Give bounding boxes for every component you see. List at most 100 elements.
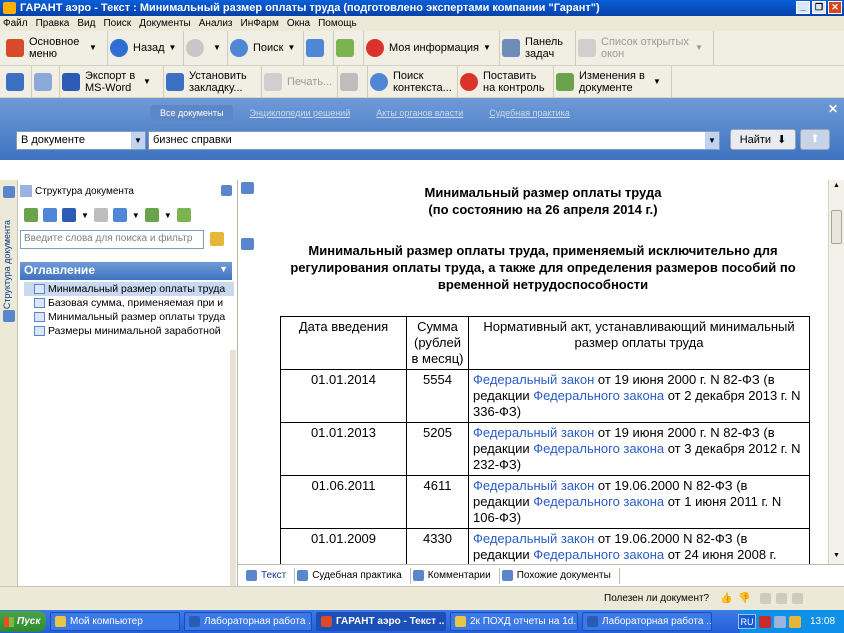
- print-button[interactable]: Печать...: [262, 66, 338, 97]
- menu-file[interactable]: Файл: [3, 18, 28, 29]
- antivirus-icon[interactable]: [759, 615, 771, 628]
- document-icon[interactable]: [3, 310, 15, 322]
- restore-button[interactable]: ❐: [812, 1, 826, 14]
- panel-scrollbar[interactable]: [230, 350, 236, 586]
- start-button[interactable]: Пуск: [0, 611, 46, 632]
- structure-icon: [20, 185, 32, 197]
- menu-help[interactable]: Помощь: [318, 18, 357, 29]
- taskbar-item[interactable]: Лабораторная работа ...: [582, 612, 712, 631]
- structure-icon[interactable]: [3, 186, 15, 198]
- garant-icon: [321, 616, 332, 627]
- thumb-down-icon[interactable]: 👎: [738, 593, 750, 604]
- app-icon: [3, 2, 16, 14]
- toc-header[interactable]: Оглавление ▼: [20, 262, 232, 280]
- tab-encyclopedias[interactable]: Энциклопедии решений: [239, 105, 360, 121]
- doc-changes-button[interactable]: Изменения в документе ▼: [554, 66, 672, 97]
- arrow-down-icon: ⬇: [777, 134, 787, 146]
- expand-icon[interactable]: [24, 208, 38, 222]
- close-window-button[interactable]: ✕: [828, 1, 842, 14]
- set-bookmark-button[interactable]: Установить закладку...: [164, 66, 262, 97]
- find-previous-button[interactable]: ⬆: [800, 129, 830, 150]
- tray-icon[interactable]: [789, 615, 801, 628]
- search-scope-select[interactable]: В документе ▼: [16, 131, 146, 150]
- menu-view[interactable]: Вид: [77, 18, 95, 29]
- toc-item[interactable]: Минимальный размер оплаты труда: [24, 282, 234, 296]
- font-decrease-button[interactable]: [334, 31, 364, 65]
- close-search-panel-icon[interactable]: ✕: [828, 102, 838, 116]
- bookmark-icon[interactable]: [241, 238, 254, 250]
- save-button[interactable]: [4, 66, 32, 97]
- preview-button[interactable]: [338, 66, 368, 97]
- chevron-down-icon: ▼: [483, 43, 491, 52]
- law-link[interactable]: Федеральный закон: [473, 425, 594, 440]
- menu-documents[interactable]: Документы: [139, 18, 191, 29]
- email-button[interactable]: [32, 66, 60, 97]
- document-scrollbar[interactable]: ▲ ▼: [828, 180, 844, 564]
- chevron-down-icon[interactable]: ▼: [81, 211, 89, 220]
- chevron-down-icon[interactable]: ▼: [164, 211, 172, 220]
- tab-government-acts[interactable]: Акты органов власти: [366, 105, 473, 121]
- main-menu-button[interactable]: Основное меню ▼: [4, 31, 108, 65]
- tab-text[interactable]: Текст: [244, 567, 296, 584]
- tab-all-documents[interactable]: Все документы: [150, 105, 234, 121]
- language-indicator[interactable]: RU: [738, 614, 756, 629]
- task-panel-button[interactable]: Панель задач: [500, 31, 576, 65]
- minimize-button[interactable]: _: [796, 1, 810, 14]
- menu-edit[interactable]: Правка: [36, 18, 70, 29]
- export-word-button[interactable]: Экспорт в MS-Word ▼: [60, 66, 164, 97]
- tab-comments[interactable]: Комментарии: [411, 567, 500, 584]
- font-increase-button[interactable]: [304, 31, 334, 65]
- menu-windows[interactable]: Окна: [287, 18, 310, 29]
- tab-document-structure[interactable]: Структура документа: [2, 220, 12, 309]
- filter-search-icon[interactable]: [210, 232, 224, 246]
- email-icon: [34, 72, 52, 91]
- open-windows-button[interactable]: Список открытых окон ▼: [576, 31, 714, 65]
- tab-similar-documents[interactable]: Похожие документы: [500, 567, 620, 584]
- law-link[interactable]: Федеральный закон: [473, 372, 594, 387]
- menu-analysis[interactable]: Анализ: [199, 18, 233, 29]
- bookmark-icon[interactable]: [241, 182, 254, 194]
- pin-icon[interactable]: [221, 185, 232, 196]
- search-input[interactable]: бизнес справки ▼: [148, 131, 720, 150]
- menu-infarm[interactable]: ИнФарм: [241, 18, 279, 29]
- taskbar-item-active[interactable]: ГАРАНТ аэро - Текст ...: [316, 612, 446, 631]
- menu-search[interactable]: Поиск: [103, 18, 131, 29]
- toc-item[interactable]: Минимальный размер оплаты труда: [24, 310, 234, 324]
- forward-button[interactable]: ▼: [184, 31, 228, 65]
- my-info-button[interactable]: Моя информация ▼: [364, 31, 500, 65]
- tray-icon[interactable]: [774, 615, 786, 628]
- law-link[interactable]: Федеральный закон: [473, 478, 594, 493]
- tab-court-practice[interactable]: Судебная практика: [479, 105, 580, 121]
- law-link[interactable]: Федерального закона: [533, 547, 664, 562]
- find-button[interactable]: Найти ⬇: [730, 129, 796, 150]
- word-icon[interactable]: [62, 208, 76, 222]
- search-button[interactable]: Поиск ▼: [228, 31, 304, 65]
- printer-icon[interactable]: [93, 208, 108, 222]
- law-link[interactable]: Федеральный закон: [473, 531, 594, 546]
- copy-icon[interactable]: [112, 208, 127, 222]
- scroll-down-icon[interactable]: ▼: [831, 552, 842, 562]
- taskbar-item[interactable]: Лабораторная работа ...: [184, 612, 312, 631]
- law-link[interactable]: Федерального закона: [533, 388, 664, 403]
- scroll-up-icon[interactable]: ▲: [831, 182, 842, 192]
- toc-item[interactable]: Базовая сумма, применяемая при и: [24, 296, 234, 310]
- similar-docs-icon: [501, 570, 513, 581]
- toc-item[interactable]: Размеры минимальной заработной: [24, 324, 234, 338]
- export-icon[interactable]: [144, 208, 159, 222]
- law-link[interactable]: Федерального закона: [533, 441, 664, 456]
- thumb-up-icon[interactable]: 👍: [720, 593, 732, 604]
- taskbar-item[interactable]: Мой компьютер: [50, 612, 180, 631]
- put-on-control-button[interactable]: Поставить на контроль: [458, 66, 554, 97]
- structure-search-input[interactable]: Введите слова для поиска и фильтр: [20, 230, 204, 249]
- collapse-icon[interactable]: [43, 208, 57, 222]
- context-search-button[interactable]: Поиск контекста...: [368, 66, 458, 97]
- taskbar-item[interactable]: 2к ПОХД отчеты на 1d...: [450, 612, 578, 631]
- tab-court-practice-bottom[interactable]: Судебная практика: [295, 567, 411, 584]
- chevron-down-icon[interactable]: ▼: [132, 211, 140, 220]
- law-link[interactable]: Федерального закона: [533, 494, 664, 509]
- scroll-thumb[interactable]: [831, 210, 842, 244]
- back-button[interactable]: Назад ▼: [108, 31, 184, 65]
- search-panel: Все документы Энциклопедии решений Акты …: [0, 98, 844, 160]
- court-practice-icon: [297, 570, 309, 581]
- filter-icon[interactable]: [176, 208, 191, 222]
